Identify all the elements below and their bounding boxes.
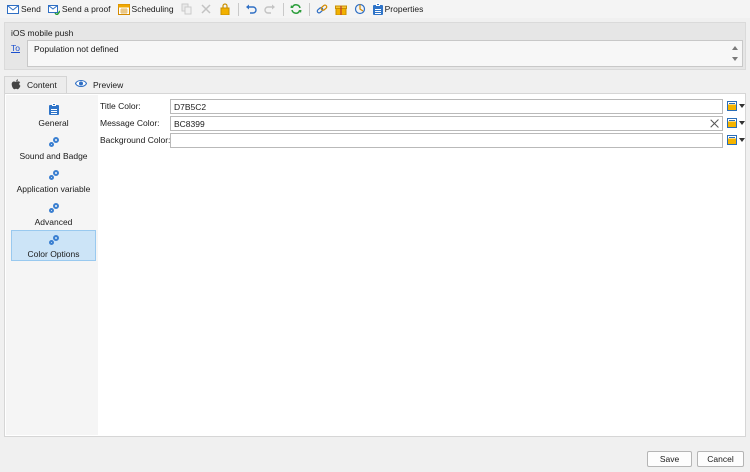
background-color-input[interactable] <box>170 133 723 148</box>
cross-icon <box>200 3 212 15</box>
sidebar-item-application-variable[interactable]: Application variable <box>11 166 96 197</box>
target-population-text: Population not defined <box>34 44 119 54</box>
chevron-down-icon <box>739 138 745 142</box>
undo-button[interactable] <box>242 1 260 17</box>
tab-preview-label: Preview <box>93 79 124 90</box>
gears-icon <box>48 169 60 181</box>
message-color-label: Message Color: <box>100 118 160 128</box>
gears-icon <box>48 136 60 148</box>
chevron-down-icon <box>739 104 745 108</box>
sidebar-item-general[interactable]: General <box>11 100 96 131</box>
chevron-down-icon <box>739 121 745 125</box>
eye-icon <box>74 79 88 90</box>
message-color-picker[interactable] <box>727 118 747 129</box>
sidebar-item-label: Advanced <box>34 217 73 227</box>
refresh-icon <box>290 3 302 15</box>
title-color-picker[interactable] <box>727 101 747 112</box>
title-color-label: Title Color: <box>100 101 141 111</box>
scroll-down-arrow-icon[interactable] <box>732 57 738 61</box>
tracking-button[interactable] <box>351 1 369 17</box>
content-panel: General Sound and Badge Application vari… <box>4 93 746 437</box>
save-button[interactable]: Save <box>647 451 692 467</box>
tab-bar: Content Preview <box>4 76 746 93</box>
toolbar-separator <box>282 2 284 16</box>
properties-label: Properties <box>384 4 424 14</box>
target-population-box[interactable]: Population not defined <box>27 40 743 67</box>
link-button[interactable] <box>313 1 331 17</box>
link-icon <box>316 3 328 15</box>
color-palette-icon <box>727 101 737 111</box>
delete-button[interactable] <box>197 1 215 17</box>
scheduling-button[interactable]: Scheduling <box>115 1 177 17</box>
tab-preview[interactable]: Preview <box>69 76 129 93</box>
clipboard-icon <box>48 103 59 115</box>
gift-icon <box>334 3 347 16</box>
undo-icon <box>245 3 257 15</box>
scheduling-label: Scheduling <box>131 4 174 14</box>
send-proof-icon <box>47 3 61 17</box>
sidebar-item-label: Color Options <box>27 249 80 259</box>
color-palette-icon <box>727 118 737 128</box>
toolbar: Send Send a proof Scheduling Properties <box>0 0 750 18</box>
copy-icon <box>181 3 193 15</box>
title-color-input[interactable]: D7B5C2 <box>170 99 723 114</box>
target-scrollbar[interactable] <box>732 43 740 64</box>
toolbar-separator <box>237 2 239 16</box>
properties-button[interactable]: Properties <box>370 1 427 17</box>
sidebar-item-label: Sound and Badge <box>19 151 88 161</box>
cancel-button[interactable]: Cancel <box>697 451 744 467</box>
send-label: Send <box>21 4 41 14</box>
copy-button[interactable] <box>178 1 196 17</box>
lock-button[interactable] <box>216 1 234 17</box>
send-button[interactable]: Send <box>4 1 44 17</box>
gears-icon <box>48 202 60 214</box>
redo-icon <box>263 3 276 15</box>
send-mail-icon <box>7 3 19 15</box>
message-color-input[interactable]: BC8399 <box>170 116 723 131</box>
toolbar-separator <box>308 2 310 16</box>
lock-icon <box>219 3 231 16</box>
apple-icon <box>11 78 21 92</box>
tab-content[interactable]: Content <box>4 76 67 93</box>
gears-icon <box>48 234 60 246</box>
tracking-icon <box>354 3 366 15</box>
gift-button[interactable] <box>332 1 350 17</box>
sidebar-item-advanced[interactable]: Advanced <box>11 199 96 230</box>
sidebar-item-sound-and-badge[interactable]: Sound and Badge <box>11 133 96 164</box>
sidebar-item-label: Application variable <box>16 184 91 194</box>
delivery-header: iOS mobile push To Population not define… <box>4 22 746 70</box>
refresh-button[interactable] <box>287 1 305 17</box>
sidebar-item-label: General <box>38 118 69 128</box>
clipboard-icon <box>372 3 383 15</box>
redo-button[interactable] <box>261 1 279 17</box>
send-proof-button[interactable]: Send a proof <box>45 1 114 17</box>
to-link[interactable]: To <box>11 43 20 53</box>
color-palette-icon <box>727 135 737 145</box>
tab-content-label: Content <box>27 80 57 90</box>
delivery-title: iOS mobile push <box>11 28 74 38</box>
clear-icon[interactable] <box>710 119 719 128</box>
sidebar: General Sound and Badge Application vari… <box>6 95 98 435</box>
send-proof-label: Send a proof <box>61 4 111 14</box>
calendar-icon <box>117 3 130 15</box>
background-color-picker[interactable] <box>727 135 747 146</box>
background-color-label: Background Color: <box>100 135 171 145</box>
scroll-up-arrow-icon[interactable] <box>732 46 738 50</box>
message-color-value: BC8399 <box>174 119 205 129</box>
sidebar-item-color-options[interactable]: Color Options <box>11 230 96 261</box>
